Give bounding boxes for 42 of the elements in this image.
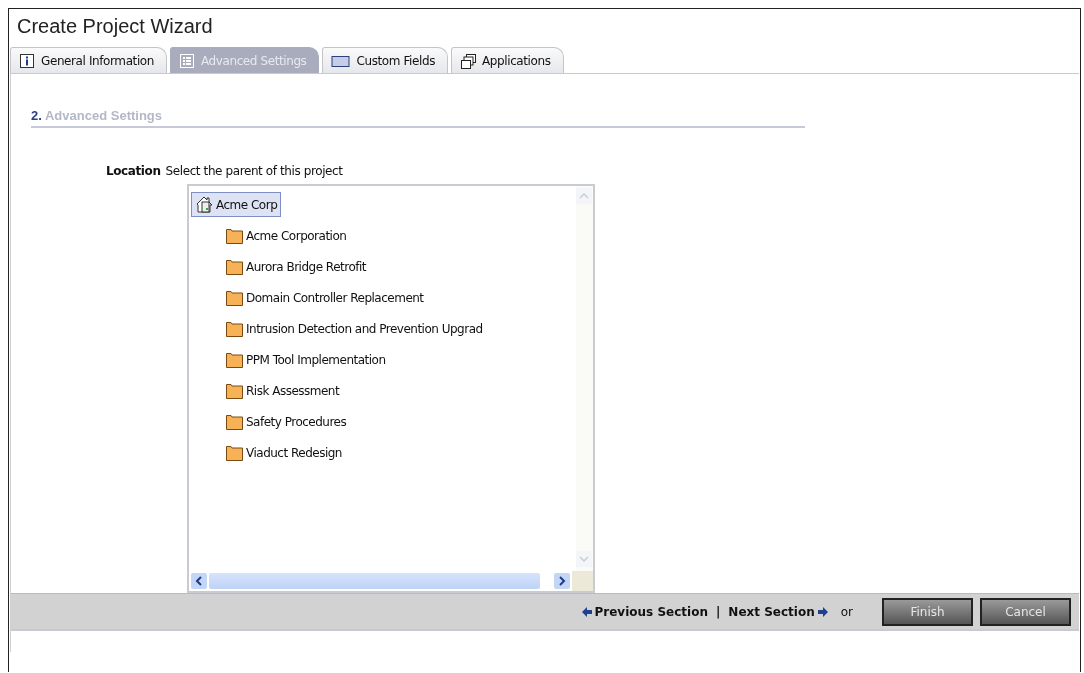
tree-view[interactable]: Acme Corp Acme Corporation Aurora Bridge Retrofit Domain Controller Replacement Intrusion Detection and Prevention Upgrad PPM Tool Implementation Risk Assessment Safety Procedures Viaduct Redesign: [187, 184, 595, 593]
or-text: or: [840, 604, 853, 619]
scroll-down-icon[interactable]: [576, 551, 592, 567]
right-arrow-icon: [816, 605, 829, 618]
building-icon: [195, 195, 214, 214]
folder-icon: [225, 319, 244, 338]
scroll-left-icon[interactable]: [191, 573, 207, 589]
folder-icon: [225, 350, 244, 369]
list-icon: [178, 52, 195, 69]
scroll-up-icon[interactable]: [576, 188, 592, 204]
tree-item[interactable]: Domain Controller Replacement: [221, 285, 428, 310]
next-section-link[interactable]: Next Section: [728, 604, 829, 619]
tree-item[interactable]: Intrusion Detection and Prevention Upgrad: [221, 316, 487, 341]
tree-item[interactable]: Acme Corporation: [221, 223, 351, 248]
window-title: Create Project Wizard: [16, 14, 214, 39]
scrollbar-corner: [572, 571, 593, 591]
folder-icon: [225, 443, 244, 462]
tree-item[interactable]: PPM Tool Implementation: [221, 347, 390, 372]
folder-icon: [225, 288, 244, 307]
previous-section-link[interactable]: Previous Section: [580, 604, 708, 619]
tree-item[interactable]: Safety Procedures: [221, 409, 351, 434]
folder-icon: [225, 226, 244, 245]
separator: |: [715, 604, 721, 619]
scroll-right-icon[interactable]: [554, 573, 570, 589]
tree-item[interactable]: Risk Assessment: [221, 378, 344, 403]
tab[interactable]: Applications: [451, 47, 564, 73]
info-icon: [19, 52, 35, 69]
folder-icon: [225, 412, 244, 431]
folder-icon: [225, 381, 244, 400]
section-heading: 2. Advanced Settings: [31, 108, 805, 128]
tree-item[interactable]: Aurora Bridge Retrofit: [221, 254, 371, 279]
windows-icon: [460, 52, 477, 69]
tree-item[interactable]: Viaduct Redesign: [221, 440, 346, 465]
left-arrow-icon: [580, 605, 593, 618]
folder-icon: [225, 257, 244, 276]
tab[interactable]: General Information: [10, 47, 167, 73]
cancel-button[interactable]: Cancel: [980, 597, 1071, 626]
location-label: Location: [106, 164, 161, 178]
tab[interactable]: Custom Fields: [322, 47, 449, 73]
finish-button[interactable]: Finish: [882, 597, 973, 626]
tree-item[interactable]: Acme Corp: [191, 192, 282, 217]
location-hint: Select the parent of this project: [165, 164, 343, 178]
